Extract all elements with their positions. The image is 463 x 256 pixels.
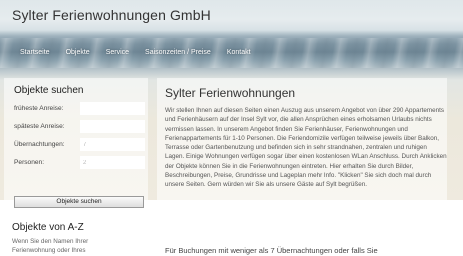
earliest-arrival-label: früheste Anreise:: [14, 105, 64, 112]
site-title: Sylter Ferienwohnungen GmbH: [12, 7, 211, 23]
nav-item-saisonzeiten-preise[interactable]: Saisonzeiten / Preise: [145, 49, 211, 56]
latest-arrival-input[interactable]: [80, 120, 145, 133]
main-navigation: Startseite Objekte Service Saisonzeiten …: [8, 42, 463, 62]
main-title: Sylter Ferienwohnungen: [165, 86, 296, 100]
earliest-arrival-input[interactable]: [80, 102, 145, 115]
booking-info-text: Für Buchungen mit weniger als 7 Übernach…: [165, 246, 378, 255]
field-row-earliest-arrival: früheste Anreise:: [4, 102, 148, 115]
field-row-nights: Übernachtungen:: [4, 138, 148, 151]
nav-item-kontakt[interactable]: Kontakt: [227, 49, 251, 56]
latest-arrival-label: späteste Anreise:: [14, 123, 65, 130]
search-title: Objekte suchen: [14, 85, 84, 96]
persons-label: Personen:: [14, 159, 45, 166]
nav-item-service[interactable]: Service: [106, 49, 129, 56]
nav-item-startseite[interactable]: Startseite: [20, 49, 50, 56]
field-row-persons: Personen:: [4, 156, 148, 169]
az-section-title: Objekte von A-Z: [12, 222, 84, 233]
field-row-latest-arrival: späteste Anreise:: [4, 120, 148, 133]
main-intro-text: Wir stellen Ihnen auf diesen Seiten eine…: [165, 107, 447, 189]
search-button[interactable]: Objekte suchen: [14, 196, 144, 208]
persons-input[interactable]: [80, 156, 145, 169]
search-panel: Objekte suchen früheste Anreise: spätest…: [4, 78, 148, 216]
az-section-text: Wenn Sie den Namen Ihrer Ferienwohnung o…: [12, 238, 89, 254]
nights-label: Übernachtungen:: [14, 141, 65, 148]
nav-item-objekte[interactable]: Objekte: [66, 49, 90, 56]
nights-input[interactable]: [80, 138, 145, 151]
